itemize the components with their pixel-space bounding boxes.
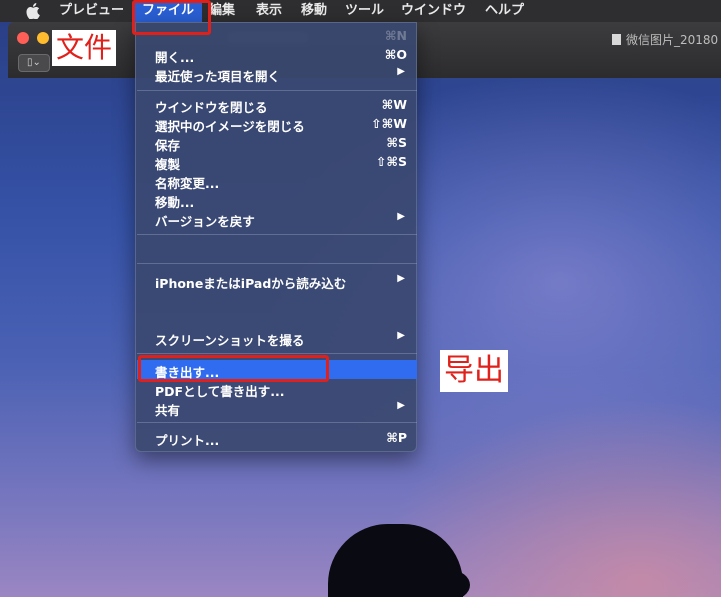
menu-separator bbox=[137, 234, 417, 235]
submenu-arrow-icon: ▶ bbox=[397, 330, 405, 341]
menu-item-label: 共有 bbox=[155, 403, 181, 418]
menu-item-new-shortcut: ⌘N bbox=[384, 28, 407, 43]
menu-item-close-selected-image[interactable]: 選択中のイメージを閉じる ⇧⌘W bbox=[137, 114, 417, 134]
file-menu-dropdown: ⌘N 開く... ⌘O 最近使った項目を開く ▶ ウインドウを閉じる ⌘W 選択… bbox=[135, 22, 417, 452]
menu-go[interactable]: 移動 bbox=[293, 0, 335, 22]
menu-item-label: バージョンを戻す bbox=[155, 214, 255, 229]
menu-bar: プレビュー ファイル 編集 表示 移動 ツール ウインドウ ヘルプ bbox=[0, 0, 721, 22]
menu-item-close-window[interactable]: ウインドウを閉じる ⌘W bbox=[137, 95, 417, 115]
menu-item-shortcut: ⇧⌘S bbox=[375, 154, 407, 169]
menu-item-shortcut: ⇧⌘W bbox=[371, 116, 407, 131]
menu-item-shortcut: ⌘O bbox=[384, 47, 407, 62]
menu-item-rename[interactable]: 名称変更... bbox=[137, 171, 417, 191]
close-window-button[interactable] bbox=[17, 32, 29, 44]
menu-preview[interactable]: プレビュー bbox=[51, 0, 132, 22]
menu-item-save[interactable]: 保存 ⌘S bbox=[137, 133, 417, 153]
menu-item-open-recent[interactable]: 最近使った項目を開く ▶ bbox=[137, 64, 417, 84]
sidebar-toggle-button[interactable]: ▯⌄ bbox=[18, 54, 50, 72]
menu-separator bbox=[137, 422, 417, 423]
menu-item-revert-to[interactable]: バージョンを戻す ▶ bbox=[137, 209, 417, 229]
file-menu-annotation-box bbox=[132, 0, 211, 35]
menu-window[interactable]: ウインドウ bbox=[393, 0, 474, 22]
menu-item-move[interactable]: 移動... bbox=[137, 190, 417, 210]
export-annotation-box bbox=[138, 355, 329, 382]
document-icon bbox=[612, 34, 621, 45]
menu-item-disabled[interactable] bbox=[137, 309, 417, 328]
menu-separator bbox=[137, 353, 417, 354]
menu-item-import-from-iphone[interactable]: iPhoneまたはiPadから読み込む ▶ bbox=[137, 271, 417, 291]
menu-separator bbox=[137, 90, 417, 91]
submenu-arrow-icon: ▶ bbox=[397, 400, 405, 411]
apple-logo-icon[interactable] bbox=[26, 3, 40, 19]
submenu-arrow-icon: ▶ bbox=[397, 211, 405, 222]
minimize-window-button[interactable] bbox=[37, 32, 49, 44]
menu-item-open[interactable]: 開く... ⌘O bbox=[137, 45, 417, 65]
export-annotation-label: 导出 bbox=[440, 350, 508, 392]
menu-item-take-screenshot[interactable]: スクリーンショットを撮る ▶ bbox=[137, 328, 417, 348]
menu-item-disabled[interactable] bbox=[137, 290, 417, 309]
menu-item-label: 最近使った項目を開く bbox=[155, 69, 281, 84]
menu-help[interactable]: ヘルプ bbox=[477, 0, 532, 22]
submenu-arrow-icon: ▶ bbox=[397, 273, 405, 284]
menu-separator bbox=[137, 263, 417, 264]
submenu-arrow-icon: ▶ bbox=[397, 66, 405, 77]
window-title-text: 微信图片_20180 bbox=[626, 33, 719, 47]
menu-item-label: スクリーンショットを撮る bbox=[155, 333, 305, 348]
file-annotation-label: 文件 bbox=[52, 30, 117, 66]
menu-item-shortcut: ⌘P bbox=[386, 430, 407, 445]
menu-view[interactable]: 表示 bbox=[248, 0, 290, 22]
menu-item-label: プリント... bbox=[155, 433, 220, 448]
menu-tools[interactable]: ツール bbox=[337, 0, 392, 22]
menu-item-share[interactable]: 共有 ▶ bbox=[137, 398, 417, 418]
menu-item-print[interactable]: プリント... ⌘P bbox=[137, 428, 417, 448]
menu-item-shortcut: ⌘S bbox=[386, 135, 407, 150]
menu-item-duplicate[interactable]: 複製 ⇧⌘S bbox=[137, 152, 417, 172]
menu-item-disabled[interactable] bbox=[137, 239, 417, 258]
window-title: 微信图片_20180 bbox=[612, 31, 721, 51]
menu-item-shortcut: ⌘W bbox=[381, 97, 407, 112]
person-silhouette-detail bbox=[430, 570, 470, 597]
